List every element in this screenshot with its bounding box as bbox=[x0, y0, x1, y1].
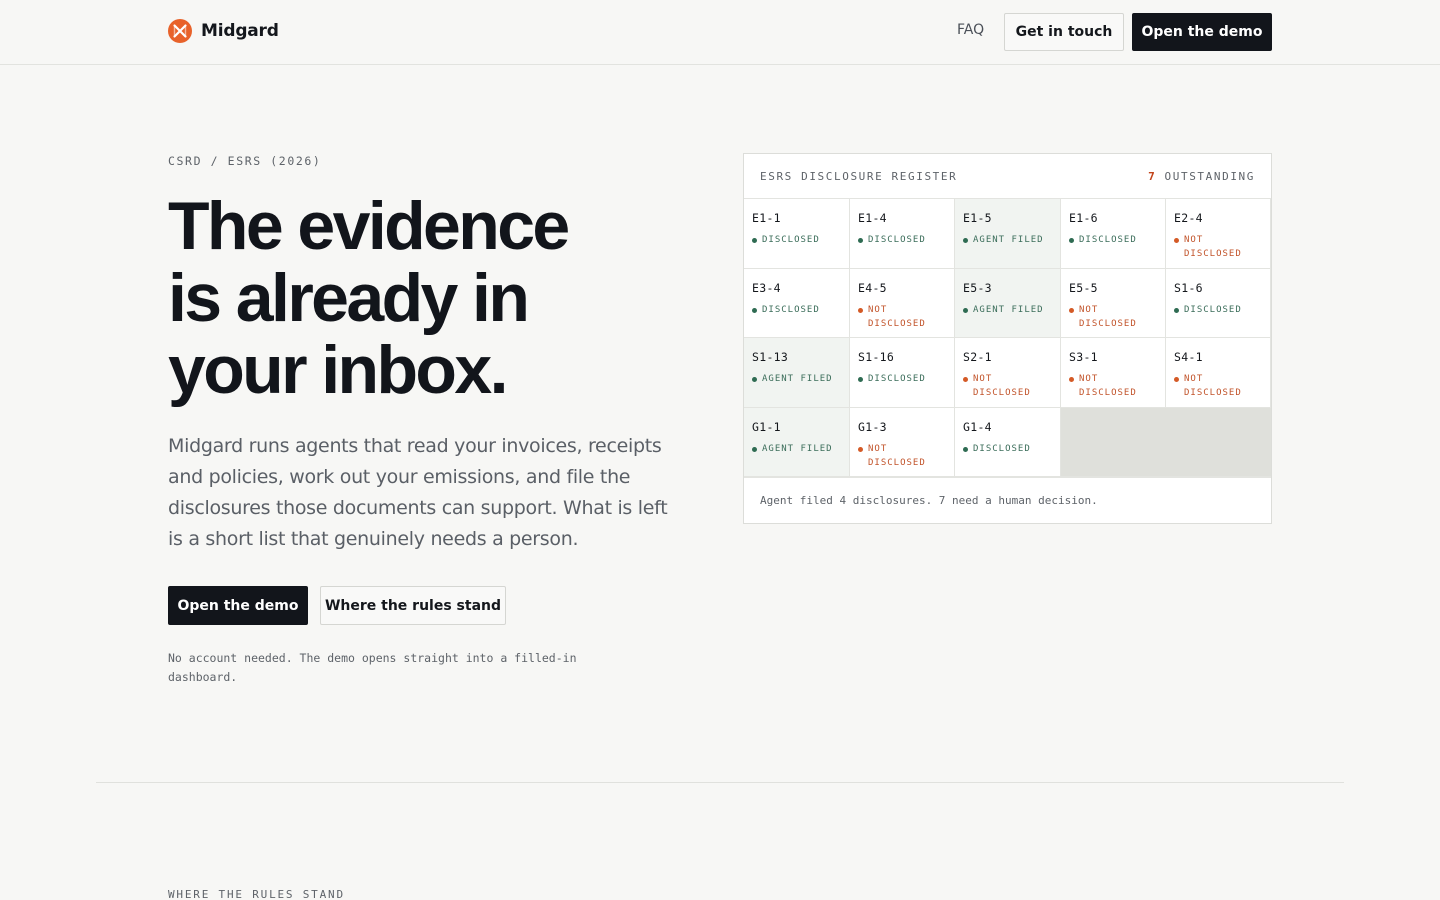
disclosure-code: S2-1 bbox=[963, 350, 992, 364]
disclosure-status: NOT DISCLOSED bbox=[858, 303, 944, 331]
headline-line-1: The evidence bbox=[168, 188, 570, 264]
brand-name: Midgard bbox=[201, 21, 279, 41]
hero-lede: Midgard runs agents that read your invoi… bbox=[168, 435, 668, 550]
disclosure-status: NOT DISCLOSED bbox=[858, 442, 944, 470]
register-empty-area bbox=[1061, 408, 1271, 477]
register-summary: Agent filed 4 disclosures. 7 need a huma… bbox=[760, 494, 1098, 507]
register-cell[interactable]: E1-5 AGENT FILED bbox=[955, 199, 1061, 269]
disclosure-code: S1-16 bbox=[858, 350, 895, 364]
outstanding-label: OUTSTANDING bbox=[1164, 170, 1255, 183]
brand-link[interactable]: Midgard bbox=[168, 19, 279, 43]
disclosure-code: E1-5 bbox=[963, 211, 992, 225]
headline-line-2: is already in bbox=[168, 260, 530, 336]
register-cell[interactable]: E1-6 DISCLOSED bbox=[1061, 199, 1166, 269]
disclosure-code: E2-4 bbox=[1174, 211, 1203, 225]
register-cell[interactable]: E1-4 DISCLOSED bbox=[850, 199, 955, 269]
disclosure-code: S1-6 bbox=[1174, 281, 1203, 295]
register-cell[interactable]: E2-4 NOT DISCLOSED bbox=[1166, 199, 1271, 269]
site-header: Midgard FAQ Get in touch Open the demo bbox=[0, 0, 1440, 65]
disclosure-code: E3-4 bbox=[752, 281, 781, 295]
disclosure-status: NOT DISCLOSED bbox=[1174, 372, 1260, 400]
register-cell[interactable]: S2-1 NOT DISCLOSED bbox=[955, 338, 1061, 408]
hero-open-demo-button[interactable]: Open the demo bbox=[168, 586, 308, 625]
disclosure-code: S4-1 bbox=[1174, 350, 1203, 364]
hero-eyebrow: CSRD / ESRS (2026) bbox=[168, 154, 322, 168]
disclosure-code: E5-3 bbox=[963, 281, 992, 295]
disclosure-status: DISCLOSED bbox=[1174, 303, 1260, 317]
disclosure-code: G1-3 bbox=[858, 420, 887, 434]
register-cell[interactable]: S1-13 AGENT FILED bbox=[744, 338, 850, 408]
disclosure-status: AGENT FILED bbox=[752, 442, 838, 456]
register-grid: E1-1 DISCLOSED E1-4 DISCLOSED E1-5 AGENT FILE… bbox=[744, 199, 1271, 477]
disclosure-status: DISCLOSED bbox=[752, 303, 838, 317]
rules-section-eyebrow: WHERE THE RULES STAND bbox=[168, 888, 345, 900]
register-cell[interactable]: S1-6 DISCLOSED bbox=[1166, 269, 1271, 338]
disclosure-status: DISCLOSED bbox=[1069, 233, 1155, 247]
disclosure-code: S3-1 bbox=[1069, 350, 1098, 364]
disclosure-register: ESRS DISCLOSURE REGISTER 7 OUTSTANDING E… bbox=[743, 153, 1272, 524]
hero-headline: The evidence is already in your inbox. bbox=[168, 190, 688, 406]
disclosure-code: E1-1 bbox=[752, 211, 781, 225]
disclosure-code: G1-4 bbox=[963, 420, 992, 434]
outstanding-count: 7 bbox=[1148, 170, 1157, 183]
register-cell[interactable]: E5-3 AGENT FILED bbox=[955, 269, 1061, 338]
register-cell[interactable]: S3-1 NOT DISCLOSED bbox=[1061, 338, 1166, 408]
disclosure-status: NOT DISCLOSED bbox=[1174, 233, 1260, 261]
register-cell[interactable]: G1-3 NOT DISCLOSED bbox=[850, 408, 955, 477]
headline-line-3: your inbox. bbox=[168, 332, 508, 408]
get-in-touch-button[interactable]: Get in touch bbox=[1004, 13, 1124, 51]
section-divider bbox=[96, 782, 1344, 783]
outstanding-indicator: 7 OUTSTANDING bbox=[1148, 170, 1255, 183]
register-cell[interactable]: E1-1 DISCLOSED bbox=[744, 199, 850, 269]
register-cell[interactable]: E4-5 NOT DISCLOSED bbox=[850, 269, 955, 338]
disclosure-status: DISCLOSED bbox=[752, 233, 838, 247]
register-cell[interactable]: G1-4 DISCLOSED bbox=[955, 408, 1061, 477]
disclosure-code: S1-13 bbox=[752, 350, 789, 364]
nav-faq-link[interactable]: FAQ bbox=[957, 22, 984, 38]
register-cell[interactable]: S4-1 NOT DISCLOSED bbox=[1166, 338, 1271, 408]
register-footer: Agent filed 4 disclosures. 7 need a huma… bbox=[744, 477, 1271, 523]
register-cell[interactable]: G1-1 AGENT FILED bbox=[744, 408, 850, 477]
disclosure-code: E1-4 bbox=[858, 211, 887, 225]
where-rules-stand-button[interactable]: Where the rules stand bbox=[320, 586, 506, 625]
disclosure-code: E1-6 bbox=[1069, 211, 1098, 225]
hero-note: No account needed. The demo opens straig… bbox=[168, 651, 577, 684]
disclosure-status: NOT DISCLOSED bbox=[1069, 372, 1155, 400]
register-cell[interactable]: S1-16 DISCLOSED bbox=[850, 338, 955, 408]
disclosure-code: G1-1 bbox=[752, 420, 781, 434]
disclosure-status: NOT DISCLOSED bbox=[1069, 303, 1155, 331]
register-cell[interactable]: E3-4 DISCLOSED bbox=[744, 269, 850, 338]
disclosure-status: DISCLOSED bbox=[963, 442, 1049, 456]
disclosure-code: E5-5 bbox=[1069, 281, 1098, 295]
disclosure-status: AGENT FILED bbox=[963, 303, 1049, 317]
header-open-demo-button[interactable]: Open the demo bbox=[1132, 13, 1272, 51]
register-title: ESRS DISCLOSURE REGISTER bbox=[760, 170, 958, 183]
register-cell[interactable]: E5-5 NOT DISCLOSED bbox=[1061, 269, 1166, 338]
disclosure-status: DISCLOSED bbox=[858, 372, 944, 386]
disclosure-status: DISCLOSED bbox=[858, 233, 944, 247]
disclosure-code: E4-5 bbox=[858, 281, 887, 295]
disclosure-status: NOT DISCLOSED bbox=[963, 372, 1049, 400]
disclosure-status: AGENT FILED bbox=[963, 233, 1049, 247]
midgard-logo-icon bbox=[168, 19, 192, 43]
register-header: ESRS DISCLOSURE REGISTER 7 OUTSTANDING bbox=[744, 154, 1271, 199]
disclosure-status: AGENT FILED bbox=[752, 372, 838, 386]
